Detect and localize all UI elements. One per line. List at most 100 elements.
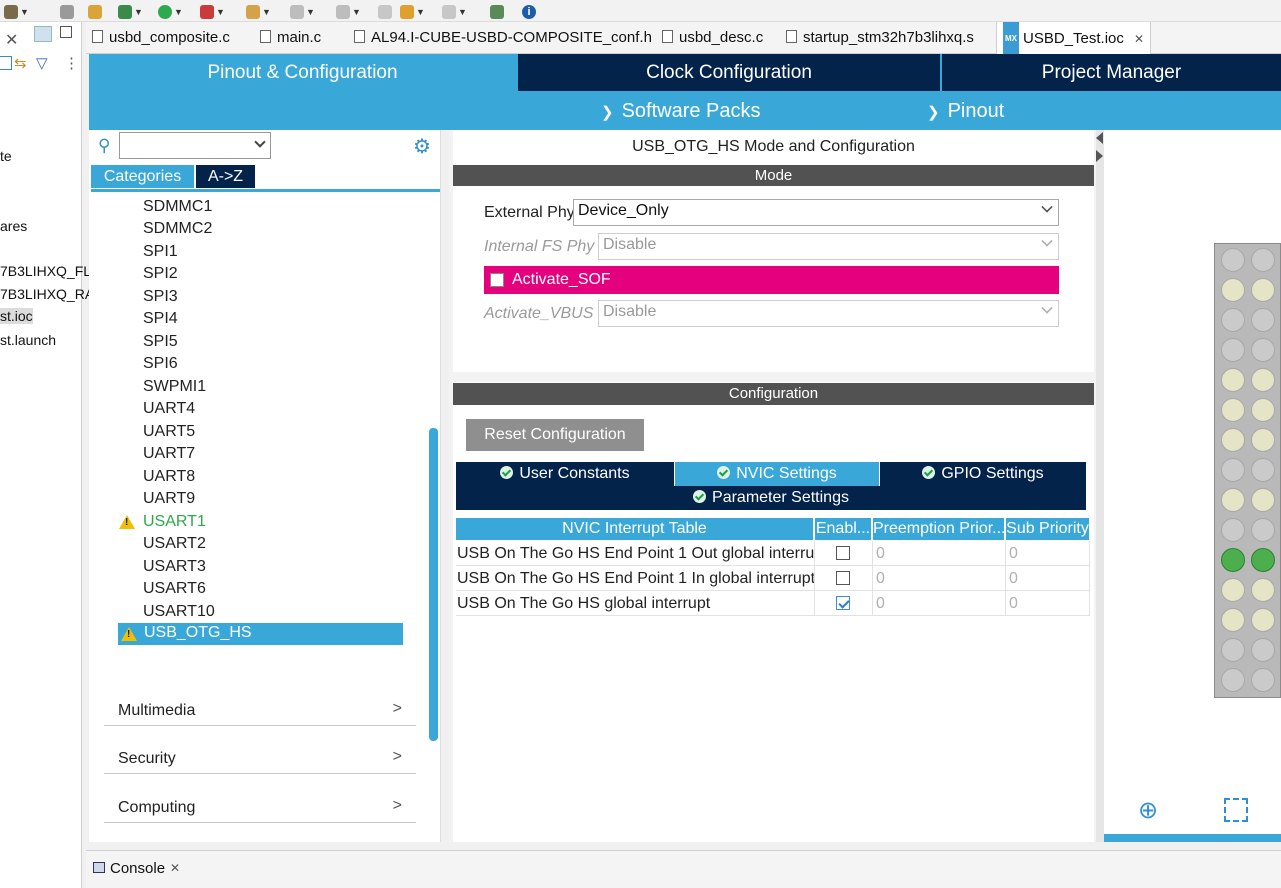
category-item[interactable]: SPI1 [143, 243, 178, 261]
section-security[interactable]: Security > [104, 748, 416, 774]
tab-a-z[interactable]: A->Z [196, 165, 255, 188]
build-icon[interactable] [60, 2, 74, 20]
category-item[interactable]: SPI3 [143, 288, 178, 306]
chip-pin[interactable] [1251, 638, 1275, 662]
category-item-usart1[interactable]: USART1 [143, 513, 206, 531]
bug-icon[interactable]: ▼ [118, 2, 143, 20]
column-header-preemption[interactable]: Preemption Prior... [873, 518, 1005, 540]
file-tab[interactable]: AL94.I-CUBE-USBD-COMPOSITE_conf.h [354, 26, 652, 52]
chip-pin[interactable] [1221, 308, 1245, 332]
internal-fs-phy-select[interactable]: Disable [598, 233, 1059, 260]
chip-pin[interactable] [1221, 578, 1245, 602]
table-cell-preemption[interactable]: 0 [873, 566, 1006, 591]
column-header-interrupt-table[interactable]: NVIC Interrupt Table [456, 518, 814, 540]
external-phy-select[interactable]: Device_Only [573, 199, 1059, 226]
info-icon[interactable]: i [522, 2, 536, 20]
category-item[interactable]: SPI2 [143, 265, 178, 283]
gear-icon[interactable]: ⚙ [413, 134, 431, 159]
chip-pin[interactable] [1221, 548, 1245, 572]
chip-pin[interactable] [1221, 398, 1245, 422]
close-tab-icon[interactable]: ✕ [1134, 32, 1144, 46]
zoom-in-icon[interactable]: ⊕ [1138, 796, 1158, 825]
category-item[interactable]: SDMMC2 [143, 220, 212, 238]
table-cell-sub[interactable]: 0 [1006, 566, 1090, 591]
maximize-icon[interactable] [60, 26, 72, 38]
tab-nvic-settings[interactable]: NVIC Settings [675, 462, 879, 486]
collapse-left-icon[interactable] [1096, 132, 1103, 144]
chip-pin[interactable] [1251, 398, 1275, 422]
chip-pin[interactable] [1251, 668, 1275, 692]
chip-pin[interactable] [1251, 248, 1275, 272]
search-input[interactable] [119, 132, 271, 159]
chip-pin[interactable] [1251, 458, 1275, 482]
next-annotation-icon[interactable]: ▼ [290, 2, 315, 20]
chip-pin[interactable] [1221, 338, 1245, 362]
splitter[interactable] [1096, 130, 1104, 842]
category-item[interactable]: SPI5 [143, 333, 178, 351]
chip-pin[interactable] [1221, 608, 1245, 632]
chip-pin[interactable] [1221, 278, 1245, 302]
category-item[interactable]: USART2 [143, 535, 206, 553]
section-computing[interactable]: Computing > [104, 797, 416, 823]
enable-checkbox-checked[interactable] [836, 596, 850, 610]
close-icon[interactable]: ✕ [5, 30, 18, 50]
console-title[interactable]: Console [110, 860, 165, 877]
tab-pinout-configuration[interactable]: Pinout & Configuration [89, 54, 516, 91]
category-item[interactable]: UART8 [143, 468, 195, 486]
tab-user-constants[interactable]: User Constants [456, 462, 674, 486]
software-packs-menu[interactable]: ❯ Software Packs [601, 98, 761, 126]
category-item[interactable]: SDMMC1 [143, 198, 212, 216]
column-header-enabled[interactable]: Enabl... [815, 518, 872, 540]
chip-pin[interactable] [1221, 368, 1245, 392]
file-tab[interactable]: usbd_desc.c [662, 26, 763, 52]
category-item[interactable]: SWPMI1 [143, 378, 206, 396]
expand-right-icon[interactable] [1096, 150, 1103, 162]
chip-pin[interactable] [1221, 488, 1245, 512]
explorer-item[interactable]: st.launch [0, 332, 56, 348]
table-cell-sub[interactable]: 0 [1006, 591, 1090, 616]
chip-pin[interactable] [1251, 278, 1275, 302]
run-icon[interactable]: ▼ [158, 2, 183, 20]
external-tools-icon[interactable]: ▼ [200, 2, 225, 20]
tab-categories[interactable]: Categories [91, 165, 194, 188]
chip-pin[interactable] [1221, 518, 1245, 542]
reset-configuration-button[interactable]: Reset Configuration [466, 419, 644, 451]
explorer-item[interactable]: te [0, 148, 12, 164]
enable-checkbox[interactable] [836, 546, 850, 560]
explorer-item[interactable]: 7B3LIHXQ_FL [0, 263, 91, 279]
chip-package[interactable] [1214, 243, 1281, 698]
explorer-item[interactable]: 7B3LIHXQ_RA [0, 286, 94, 302]
category-item[interactable]: UART5 [143, 423, 195, 441]
section-multimedia[interactable]: Multimedia > [104, 700, 416, 726]
chip-pin[interactable] [1251, 338, 1275, 362]
activate-sof-checkbox[interactable] [490, 273, 504, 287]
close-icon[interactable]: ✕ [170, 861, 180, 875]
column-header-sub-priority[interactable]: Sub Priority [1006, 518, 1090, 540]
tab-parameter-settings[interactable]: Parameter Settings [456, 486, 1086, 510]
table-cell-preemption[interactable]: 0 [873, 541, 1006, 566]
chip-pin[interactable] [1251, 548, 1275, 572]
search-icon[interactable]: ▼ [246, 2, 271, 20]
navigate-back-icon[interactable]: ▼ [400, 2, 425, 20]
table-cell-sub[interactable]: 0 [1006, 541, 1090, 566]
file-tab[interactable]: main.c [260, 26, 321, 52]
tab-project-manager[interactable]: Project Manager [942, 54, 1281, 91]
minimize-icon[interactable] [34, 26, 52, 42]
file-tab[interactable]: startup_stm32h7b3lihxq.s [786, 26, 974, 52]
table-cell-preemption[interactable]: 0 [873, 591, 1006, 616]
open-perspective-icon[interactable] [490, 2, 504, 20]
explorer-item-selected[interactable]: st.ioc [0, 308, 33, 324]
category-item-selected[interactable]: USB_OTG_HS [118, 623, 403, 645]
chip-pin[interactable] [1251, 308, 1275, 332]
category-item[interactable]: UART9 [143, 490, 195, 508]
navigate-forward-icon[interactable]: ▼ [442, 2, 467, 20]
scrollbar-thumb[interactable] [429, 428, 438, 741]
view-menu-icon[interactable]: ⋮ [64, 54, 79, 72]
category-item[interactable]: UART7 [143, 445, 195, 463]
chip-pin[interactable] [1251, 608, 1275, 632]
horizontal-scrollbar[interactable] [1104, 834, 1281, 842]
category-item[interactable]: USART6 [143, 580, 206, 598]
chip-pin[interactable] [1251, 428, 1275, 452]
hammer-icon[interactable]: ▼ [4, 2, 29, 20]
enable-checkbox[interactable] [836, 571, 850, 585]
